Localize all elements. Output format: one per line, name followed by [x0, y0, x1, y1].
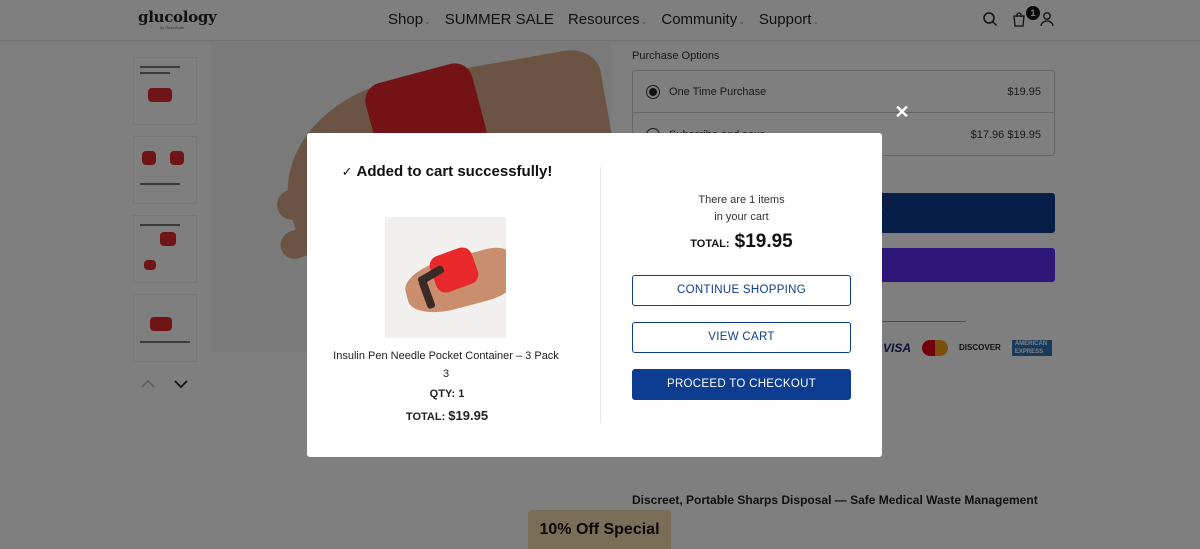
cart-items-count: There are 1 items in your cart [698, 194, 785, 223]
product-qty: QTY: 1 [429, 388, 465, 400]
added-to-cart-title: ✓ Added to cart successfully! [341, 163, 553, 180]
added-to-cart-modal: ✓ Added to cart successfully! Insulin Pen… [307, 133, 882, 457]
continue-shopping-button[interactable]: CONTINUE SHOPPING [632, 275, 851, 306]
cart-total: TOTAL: $19.95 [690, 231, 793, 252]
close-icon[interactable]: ✕ [893, 103, 911, 121]
product-total: TOTAL: $19.95 [405, 408, 489, 423]
view-cart-button[interactable]: VIEW CART [632, 322, 851, 353]
checkmark-icon: ✓ [341, 164, 353, 179]
proceed-to-checkout-button[interactable]: PROCEED TO CHECKOUT [632, 369, 851, 400]
modal-divider [600, 167, 601, 423]
product-name: Insulin Pen Needle Pocket Container – 3 … [333, 350, 559, 380]
product-image [385, 217, 506, 338]
